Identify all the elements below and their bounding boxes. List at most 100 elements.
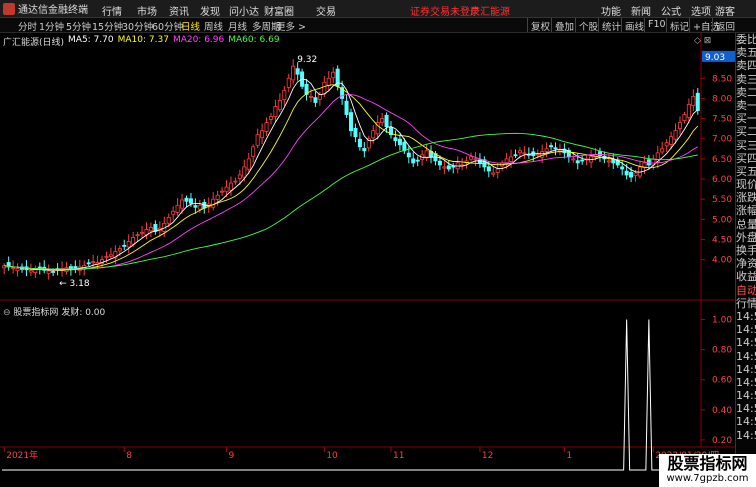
panel-field: 买一	[736, 112, 756, 126]
candle-body	[291, 65, 296, 81]
candle-body	[402, 141, 407, 152]
candle-body	[535, 153, 540, 156]
candle-body	[260, 130, 265, 139]
panel-field: 14:56	[736, 389, 756, 403]
candle-body	[660, 148, 665, 153]
candle-body	[268, 116, 273, 120]
candle-body	[331, 71, 336, 79]
ma-legend: 广汇能源(日线) MA5: 7.70 MA10: 7.37 MA20: 6.96…	[3, 35, 284, 48]
candle-body	[251, 146, 256, 157]
candle-body	[91, 261, 96, 264]
indicator-settings-icon[interactable]: ⊖	[3, 308, 11, 318]
candle-body	[326, 77, 331, 86]
y-tick-label: 6.00	[712, 175, 732, 185]
candle-body	[437, 160, 442, 166]
candle-body	[175, 204, 180, 213]
candle-body	[308, 95, 313, 98]
candle-body	[513, 154, 518, 157]
chart-nav-arrows[interactable]: ◇ ⊠	[694, 36, 711, 46]
panel-field: 14:56	[736, 309, 756, 323]
candle-body	[211, 198, 216, 208]
y-tick-label: 7.50	[712, 115, 732, 125]
y-tick-label: 5.00	[712, 215, 732, 225]
candle-body	[246, 158, 251, 170]
panel-field: 买三	[736, 138, 756, 152]
x-tick-label: 8	[126, 451, 132, 461]
candle-body	[544, 148, 549, 152]
candle-body	[228, 182, 233, 191]
ind-y-tick-label: 1.00	[712, 316, 732, 326]
candle-body	[224, 186, 229, 193]
panel-field: 自动	[736, 283, 756, 297]
candle-body	[131, 237, 136, 245]
ma20-legend: MA20: 6.96	[172, 35, 225, 45]
candle-body	[571, 158, 576, 161]
candle-body	[415, 159, 420, 162]
panel-field: 卖二	[736, 85, 756, 99]
candle-body	[580, 159, 585, 162]
ma10-legend: MA10: 7.37	[117, 35, 169, 45]
x-tick-label: 11	[393, 451, 404, 461]
panel-field: 总量	[736, 217, 756, 231]
candle-body	[51, 271, 56, 273]
candle-body	[509, 156, 514, 162]
candle-body	[486, 166, 491, 172]
candle-body	[140, 231, 145, 234]
y-tick-label: 7.00	[712, 135, 732, 145]
watermark-url: www.7gpzb.com	[666, 473, 749, 484]
panel-field: 14:56	[736, 323, 756, 337]
panel-field: 14:56	[736, 362, 756, 376]
candle-body	[33, 269, 38, 273]
panel-field: 14:56	[736, 415, 756, 429]
candle-body	[180, 199, 185, 209]
indicator-legend: ⊖ 股票指标网 发财: 0.00	[3, 305, 105, 318]
x-tick-label: 10	[326, 451, 338, 461]
candle-body	[184, 197, 189, 202]
candle-body	[11, 267, 16, 270]
candle-body	[73, 266, 78, 269]
candle-body	[682, 114, 687, 122]
candle-body	[295, 68, 300, 75]
candle-body	[677, 122, 682, 129]
panel-field: 委比	[736, 33, 756, 46]
ind-y-tick-label: 0.60	[712, 376, 732, 386]
candle-body	[86, 262, 91, 265]
kline-chart[interactable]: 9.008.508.007.507.006.506.005.505.004.50…	[0, 0, 735, 487]
panel-field: 买二	[736, 125, 756, 139]
candle-body	[686, 104, 691, 118]
candle-body	[220, 190, 225, 193]
candle-body	[695, 92, 700, 111]
candle-body	[357, 138, 362, 148]
candle-body	[380, 118, 385, 124]
candle-body	[669, 136, 674, 145]
candle-body	[473, 158, 478, 161]
candle-body	[122, 244, 127, 247]
candle-body	[371, 130, 376, 139]
panel-field: 卖三	[736, 72, 756, 86]
panel-field: 行情	[736, 296, 756, 310]
y-tick-label: 6.50	[712, 155, 732, 165]
ma60-legend: MA60: 6.69	[228, 35, 280, 45]
candle-body	[553, 147, 558, 150]
candle-body	[171, 210, 176, 215]
panel-field: 14:56	[736, 349, 756, 363]
candle-body	[135, 234, 140, 237]
candle-body	[353, 127, 358, 138]
candle-body	[522, 152, 527, 155]
candle-body	[611, 159, 616, 164]
candle-body	[597, 151, 602, 157]
candle-body	[411, 158, 416, 164]
panel-field: 净资	[736, 257, 756, 271]
panel-field: 涨幅	[736, 204, 756, 218]
candle-body	[255, 134, 260, 146]
panel-field: 换手	[736, 244, 756, 257]
candle-body	[313, 97, 318, 103]
y-tick-label: 4.50	[712, 236, 732, 246]
candle-body	[277, 100, 282, 111]
candle-body	[233, 180, 238, 183]
panel-field: 收益	[736, 270, 756, 284]
candle-body	[242, 166, 247, 178]
ind-y-tick-label: 0.20	[712, 436, 732, 446]
panel-field: 外盘	[736, 230, 756, 244]
panel-field: 14:56	[736, 428, 756, 442]
